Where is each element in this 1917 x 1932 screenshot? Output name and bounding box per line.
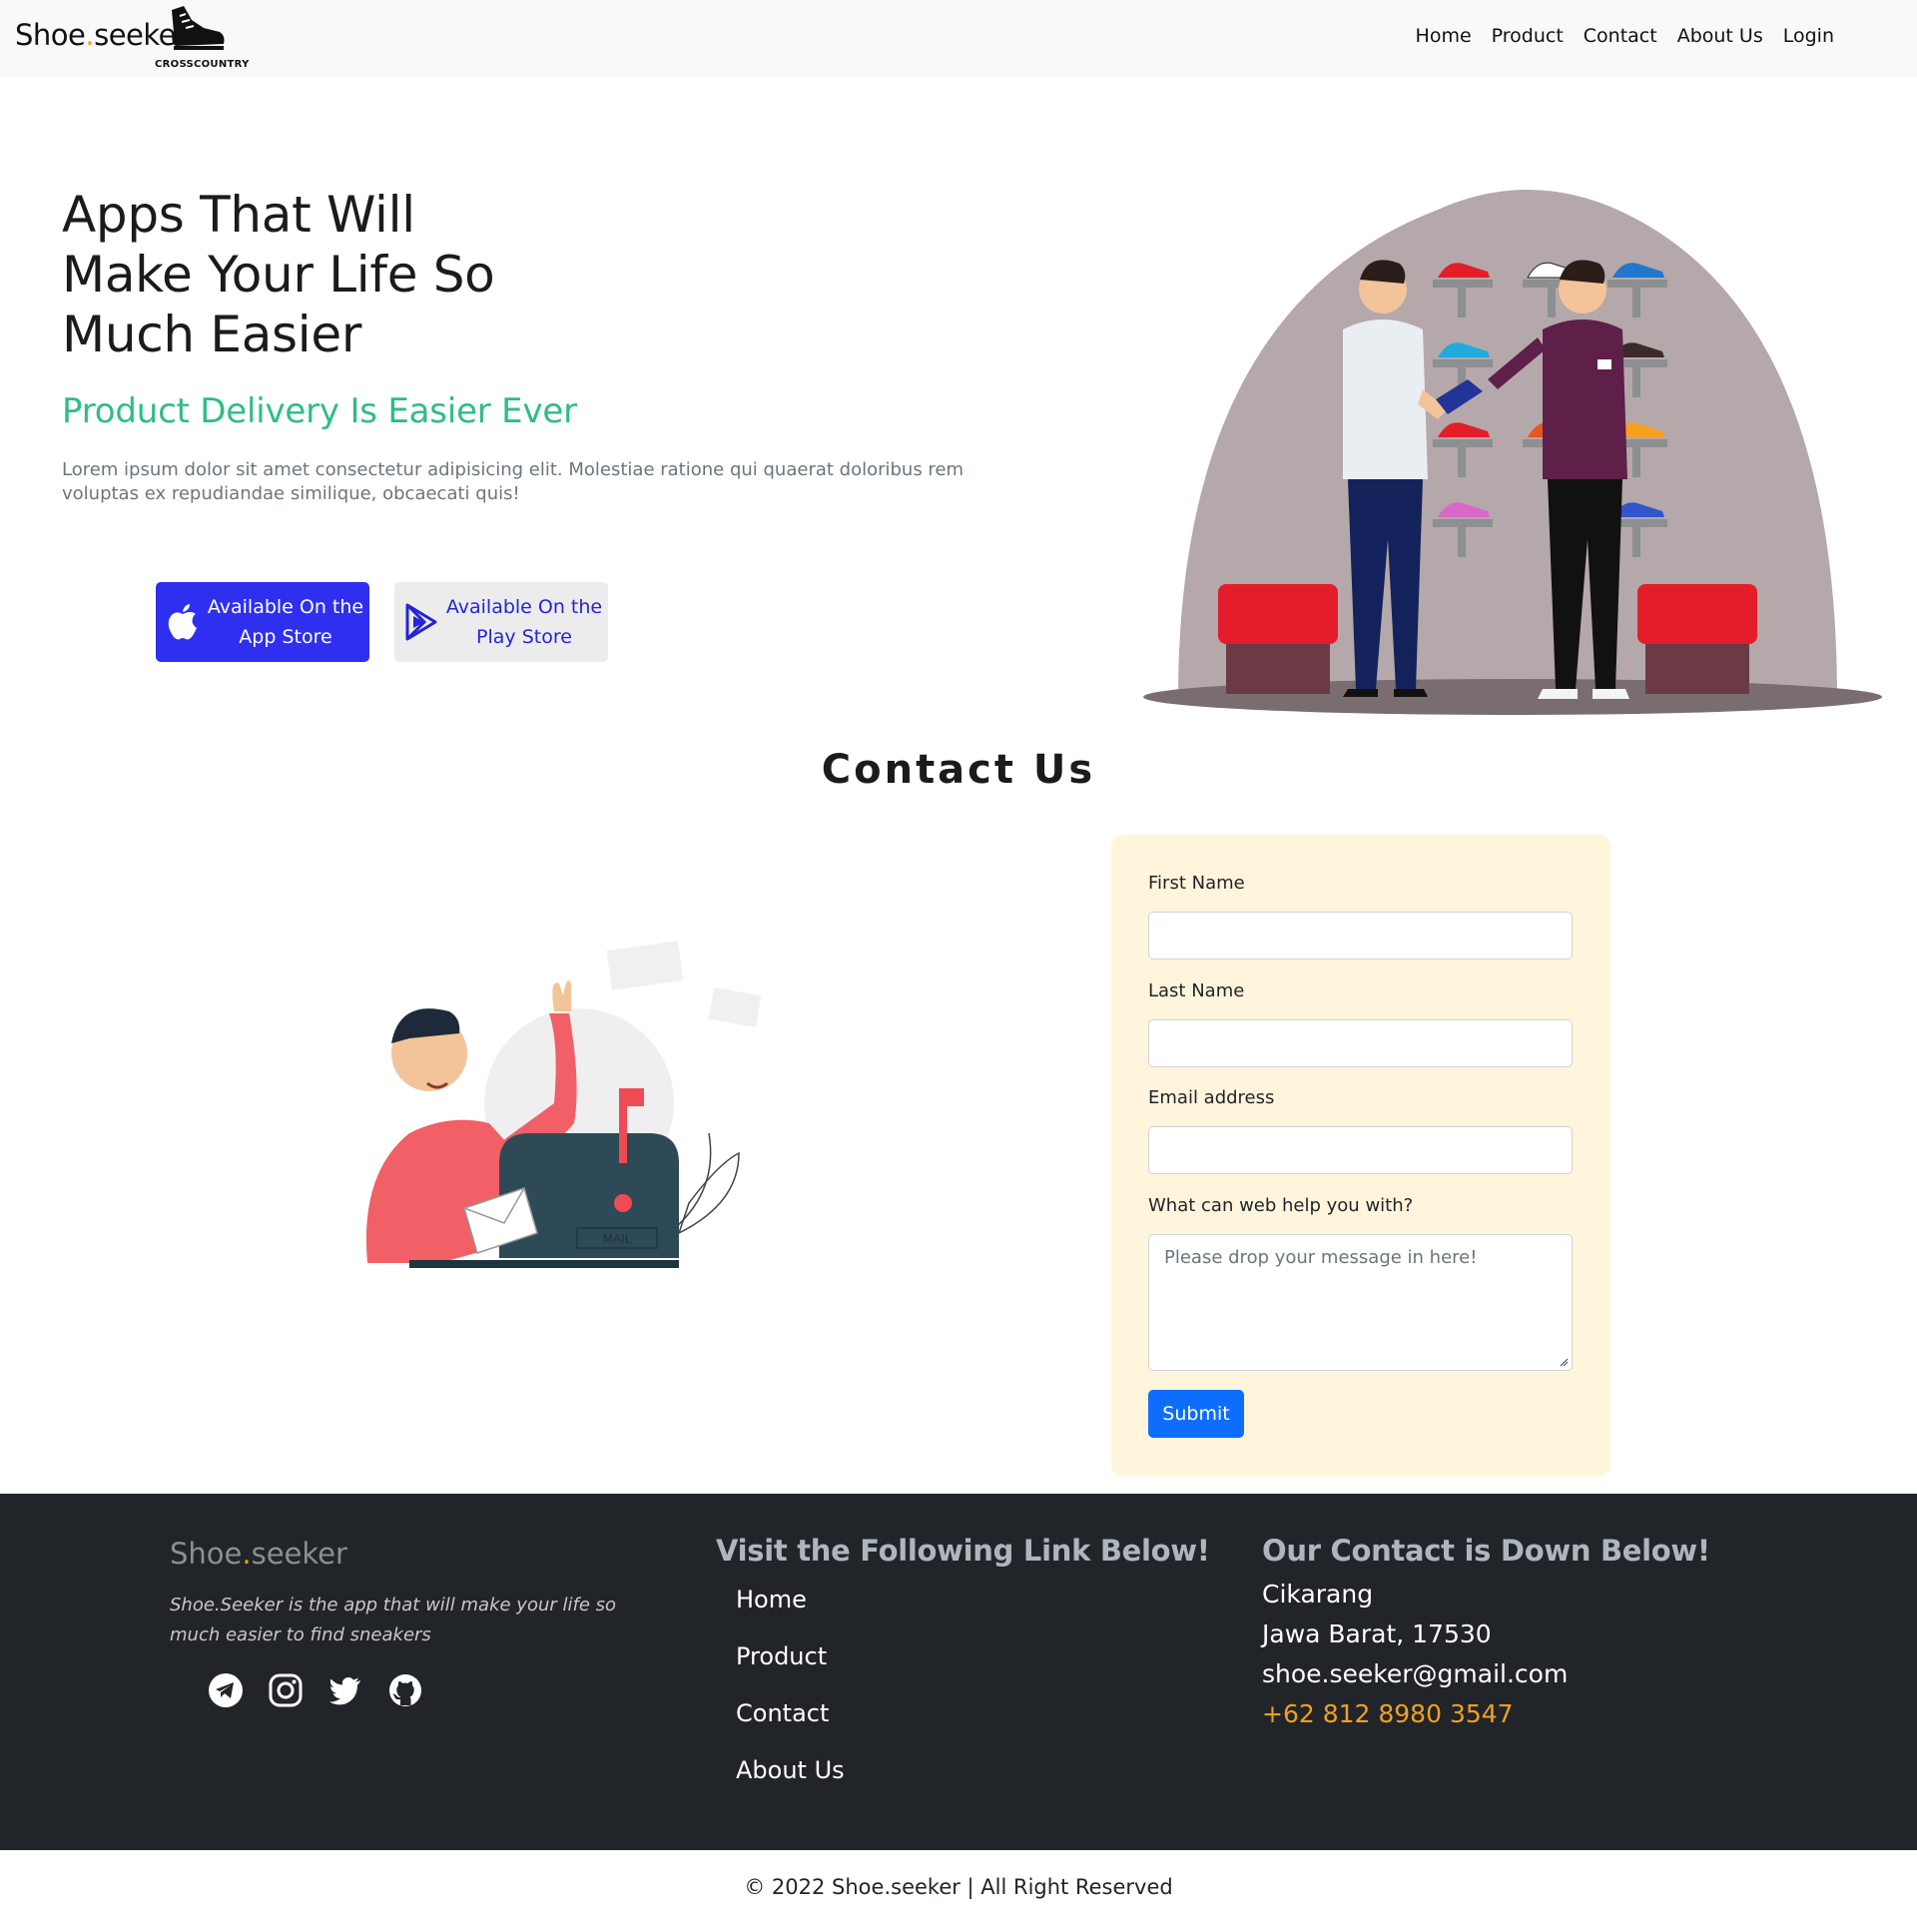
contact-title: Contact Us [821, 747, 1096, 793]
brand-logo[interactable]: Shoe.seeker [15, 18, 188, 52]
resize-grip-icon[interactable] [1559, 1357, 1569, 1367]
mailbox-illustration: MAIL [365, 941, 762, 1268]
first-name-label: First Name [1148, 873, 1245, 894]
twitter-icon[interactable] [327, 1672, 363, 1708]
contact-heading: Our Contact is Down Below! [1262, 1534, 1710, 1568]
nav-about-us[interactable]: About Us [1677, 25, 1763, 47]
footer-link-contact[interactable]: Contact [736, 1699, 845, 1756]
hero-subtitle: Product Delivery Is Easier Ever [62, 391, 577, 431]
brand-first: Shoe [15, 18, 86, 52]
play-store-icon [405, 603, 437, 641]
email-input[interactable] [1148, 1126, 1573, 1174]
navbar: Shoe.seeker CROSSCOUNTRY Home Product Co… [0, 0, 1917, 77]
contact-phone[interactable]: +62 812 8980 3547 [1262, 1694, 1568, 1734]
nav-home[interactable]: Home [1416, 25, 1472, 47]
footer-link-product[interactable]: Product [736, 1642, 845, 1699]
contact-form: First Name Last Name Email address What … [1111, 835, 1610, 1477]
hero-title: Apps That Will Make Your Life So Much Ea… [62, 186, 495, 363]
footer-contact: Cikarang Jawa Barat, 17530 shoe.seeker@g… [1262, 1575, 1568, 1734]
app-store-button[interactable]: Available On the App Store [156, 582, 369, 662]
message-placeholder: Please drop your message in here! [1164, 1247, 1478, 1268]
play-store-button[interactable]: Available On the Play Store [394, 582, 608, 662]
instagram-icon[interactable] [268, 1672, 304, 1708]
sneaker-logo-icon [172, 6, 225, 50]
footer-links: Home Product Contact About Us [736, 1586, 845, 1813]
play-store-label: Available On the Play Store [445, 596, 603, 648]
apple-icon [168, 604, 197, 640]
last-name-input[interactable] [1148, 1019, 1573, 1067]
mailbox-text: MAIL [603, 1232, 632, 1246]
message-textarea[interactable]: Please drop your message in here! [1148, 1234, 1573, 1371]
contact-region: Jawa Barat, 17530 [1262, 1619, 1492, 1648]
footer-brand-second: seeker [251, 1537, 347, 1571]
github-icon[interactable] [387, 1672, 423, 1708]
app-store-label: Available On the App Store [207, 596, 364, 648]
telegram-icon[interactable] [208, 1672, 244, 1708]
footer: Shoe.seeker Shoe.Seeker is the app that … [0, 1494, 1917, 1850]
brand-dot: . [85, 18, 95, 52]
contact-city: Cikarang [1262, 1580, 1374, 1609]
contact-email[interactable]: shoe.seeker@gmail.com [1262, 1654, 1568, 1694]
nav-login[interactable]: Login [1783, 25, 1834, 47]
footer-link-home[interactable]: Home [736, 1586, 845, 1642]
footer-link-about-us[interactable]: About Us [736, 1756, 845, 1813]
footer-brand[interactable]: Shoe.seeker [170, 1537, 347, 1571]
email-label: Email address [1148, 1087, 1275, 1108]
shoe-store-illustration [1143, 190, 1882, 715]
footer-tagline: Shoe.Seeker is the app that will make yo… [170, 1595, 617, 1645]
hero-description: Lorem ipsum dolor sit amet consectetur a… [62, 459, 964, 504]
nav-product[interactable]: Product [1492, 25, 1564, 47]
brand-subtitle: CROSSCOUNTRY [155, 59, 250, 70]
social-links [208, 1672, 423, 1708]
message-label: What can web help you with? [1148, 1195, 1414, 1216]
first-name-input[interactable] [1148, 912, 1573, 960]
nav-contact[interactable]: Contact [1584, 25, 1657, 47]
last-name-label: Last Name [1148, 980, 1245, 1001]
nav-links: Home Product Contact About Us Login [1396, 25, 1834, 47]
footer-brand-first: Shoe [170, 1537, 243, 1571]
links-heading: Visit the Following Link Below! [716, 1534, 1210, 1568]
submit-button[interactable]: Submit [1148, 1390, 1244, 1438]
footer-brand-dot: . [242, 1537, 252, 1571]
copyright: © 2022 Shoe.seeker | All Right Reserved [744, 1875, 1173, 1899]
